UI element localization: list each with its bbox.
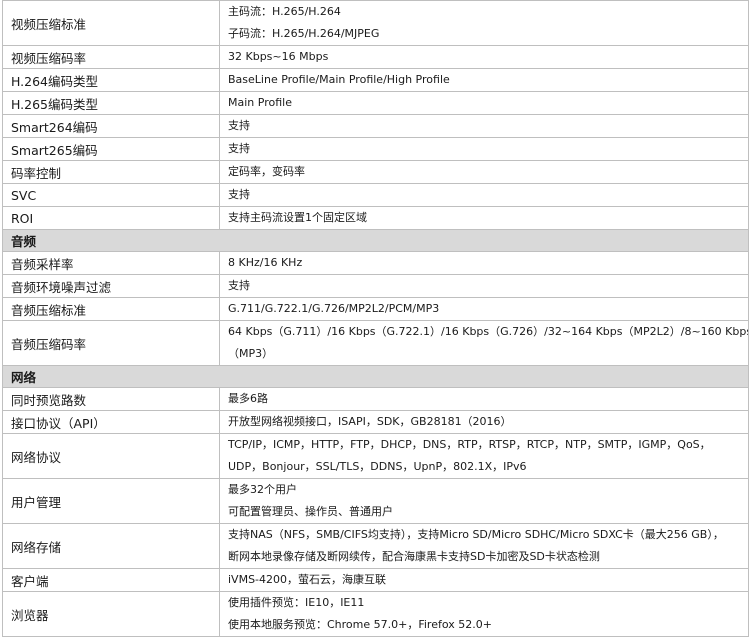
spec-key: 音频压缩标准 [2, 297, 220, 321]
spec-key: 视频压缩码率 [2, 45, 220, 69]
spec-table: 视频压缩标准 主码流：H.265/H.264 子码流：H.265/H.264/MJP… [2, 0, 749, 637]
spec-value: 最多6路 [219, 387, 749, 411]
spec-value-line: （MP3） [228, 347, 274, 360]
spec-value-line: 使用本地服务预览：Chrome 57.0+，Firefox 52.0+ [228, 618, 492, 631]
spec-row: 网络存储 支持NAS（NFS，SMB/CIFS均支持），支持Micro SD/Mi… [2, 523, 749, 569]
spec-key: H.265编码类型 [2, 91, 220, 115]
spec-value-line: 支持 [228, 142, 250, 155]
spec-row: 音频压缩标准 G.711/G.722.1/G.726/MP2L2/PCM/MP3 [2, 297, 749, 321]
spec-value-line: 8 KHz/16 KHz [228, 256, 303, 269]
spec-value: 开放型网络视频接口，ISAPI，SDK，GB28181（2016） [219, 410, 749, 434]
spec-row: 视频压缩码率 32 Kbps~16 Mbps [2, 45, 749, 69]
spec-value-line: TCP/IP，ICMP，HTTP，FTP，DHCP，DNS，RTP，RTSP，R… [228, 438, 711, 451]
spec-row: 同时预览路数 最多6路 [2, 387, 749, 411]
spec-value-line: 支持 [228, 279, 250, 292]
spec-value: iVMS-4200，萤石云，海康互联 [219, 568, 749, 592]
spec-value: 支持 [219, 114, 749, 138]
spec-key: 浏览器 [2, 591, 220, 637]
spec-value: 主码流：H.265/H.264 子码流：H.265/H.264/MJPEG [219, 0, 749, 46]
spec-value: 32 Kbps~16 Mbps [219, 45, 749, 69]
section-title: 音频 [2, 229, 749, 252]
spec-row: ROI 支持主码流设置1个固定区域 [2, 206, 749, 230]
spec-key: 音频环境噪声过滤 [2, 274, 220, 298]
spec-value-line: 32 Kbps~16 Mbps [228, 50, 329, 63]
spec-value-line: 开放型网络视频接口，ISAPI，SDK，GB28181（2016） [228, 415, 512, 428]
spec-key: 用户管理 [2, 478, 220, 524]
spec-value: 支持 [219, 137, 749, 161]
spec-row: H.265编码类型 Main Profile [2, 91, 749, 115]
spec-value: 支持 [219, 183, 749, 207]
spec-row: SVC 支持 [2, 183, 749, 207]
spec-value: 定码率，变码率 [219, 160, 749, 184]
spec-table-body: 视频压缩标准 主码流：H.265/H.264 子码流：H.265/H.264/MJP… [2, 0, 749, 637]
spec-value-line: 64 Kbps（G.711）/16 Kbps（G.722.1）/16 Kbps（… [228, 325, 749, 338]
spec-row: 接口协议（API） 开放型网络视频接口，ISAPI，SDK，GB28181（201… [2, 410, 749, 434]
spec-value: BaseLine Profile/Main Profile/High Profi… [219, 68, 749, 92]
section-title: 网络 [2, 365, 749, 388]
spec-key: 同时预览路数 [2, 387, 220, 411]
spec-key: 客户端 [2, 568, 220, 592]
spec-sheet: 视频压缩标准 主码流：H.265/H.264 子码流：H.265/H.264/MJP… [2, 0, 749, 637]
spec-value-line: 主码流：H.265/H.264 [228, 5, 341, 18]
spec-value: 64 Kbps（G.711）/16 Kbps（G.722.1）/16 Kbps（… [219, 320, 749, 366]
spec-value-line: 定码率，变码率 [228, 165, 305, 178]
spec-row: 用户管理 最多32个用户可配置管理员、操作员、普通用户 [2, 478, 749, 524]
spec-row: H.264编码类型 BaseLine Profile/Main Profile/H… [2, 68, 749, 92]
spec-row: 音频采样率 8 KHz/16 KHz [2, 251, 749, 275]
spec-value-line: BaseLine Profile/Main Profile/High Profi… [228, 73, 450, 86]
spec-key: Smart265编码 [2, 137, 220, 161]
spec-value: 最多32个用户可配置管理员、操作员、普通用户 [219, 478, 749, 524]
spec-row: 浏览器 使用插件预览：IE10，IE11 使用本地服务预览：Chrome 57.0+… [2, 591, 749, 637]
spec-value-line: 断网本地录像存储及断网续传，配合海康黑卡支持SD卡加密及SD卡状态检测 [228, 550, 600, 563]
spec-value-line: 支持 [228, 188, 250, 201]
section-header-row: 网络 [2, 365, 749, 388]
spec-value: Main Profile [219, 91, 749, 115]
spec-key: 音频压缩码率 [2, 320, 220, 366]
spec-key: 音频采样率 [2, 251, 220, 275]
spec-key: 视频压缩标准 [2, 0, 220, 46]
spec-key: ROI [2, 206, 220, 230]
spec-row: 音频环境噪声过滤 支持 [2, 274, 749, 298]
spec-value: TCP/IP，ICMP，HTTP，FTP，DHCP，DNS，RTP，RTSP，R… [219, 433, 749, 479]
spec-key: 网络存储 [2, 523, 220, 569]
spec-value-line: 最多6路 [228, 392, 268, 405]
spec-value: 支持主码流设置1个固定区域 [219, 206, 749, 230]
spec-value-line: 支持主码流设置1个固定区域 [228, 211, 367, 224]
spec-value-line: 子码流：H.265/H.264/MJPEG [228, 27, 380, 40]
spec-key: 码率控制 [2, 160, 220, 184]
spec-value-line: 可配置管理员、操作员、普通用户 [228, 505, 393, 518]
spec-value-line: 使用插件预览：IE10，IE11 [228, 596, 365, 609]
spec-value: 使用插件预览：IE10，IE11 使用本地服务预览：Chrome 57.0+，Fi… [219, 591, 749, 637]
spec-row: Smart265编码 支持 [2, 137, 749, 161]
spec-value: G.711/G.722.1/G.726/MP2L2/PCM/MP3 [219, 297, 749, 321]
spec-value-line: 支持 [228, 119, 250, 132]
spec-value-line: 最多32个用户 [228, 483, 297, 496]
spec-key: Smart264编码 [2, 114, 220, 138]
spec-row: 码率控制 定码率，变码率 [2, 160, 749, 184]
section-header-row: 音频 [2, 229, 749, 252]
spec-row: 音频压缩码率 64 Kbps（G.711）/16 Kbps（G.722.1）/16… [2, 320, 749, 366]
spec-key: SVC [2, 183, 220, 207]
spec-value-line: Main Profile [228, 96, 292, 109]
spec-row: Smart264编码 支持 [2, 114, 749, 138]
spec-value: 支持 [219, 274, 749, 298]
spec-key: H.264编码类型 [2, 68, 220, 92]
spec-value: 8 KHz/16 KHz [219, 251, 749, 275]
spec-value-line: iVMS-4200，萤石云，海康互联 [228, 573, 387, 586]
spec-value-line: G.711/G.722.1/G.726/MP2L2/PCM/MP3 [228, 302, 440, 315]
spec-row: 网络协议 TCP/IP，ICMP，HTTP，FTP，DHCP，DNS，RTP，RT… [2, 433, 749, 479]
spec-row: 视频压缩标准 主码流：H.265/H.264 子码流：H.265/H.264/MJP… [2, 0, 749, 46]
spec-key: 网络协议 [2, 433, 220, 479]
spec-row: 客户端 iVMS-4200，萤石云，海康互联 [2, 568, 749, 592]
spec-key: 接口协议（API） [2, 410, 220, 434]
spec-value-line: 支持NAS（NFS，SMB/CIFS均支持），支持Micro SD/Micro … [228, 528, 724, 541]
spec-value: 支持NAS（NFS，SMB/CIFS均支持），支持Micro SD/Micro … [219, 523, 749, 569]
spec-value-line: UDP，Bonjour，SSL/TLS，DDNS，UpnP，802.1X，IPv… [228, 460, 527, 473]
